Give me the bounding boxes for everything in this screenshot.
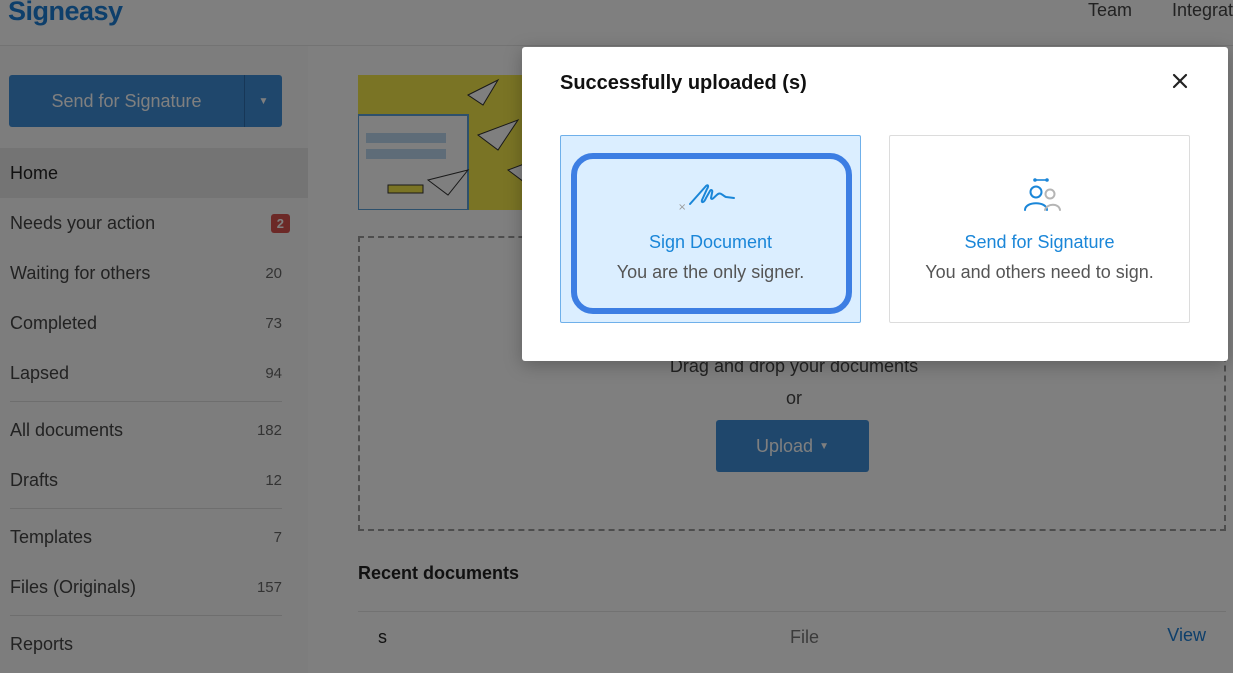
- option-description: You and others need to sign.: [925, 262, 1154, 282]
- modal-title: Successfully uploaded (s): [560, 72, 807, 94]
- close-icon[interactable]: [1170, 71, 1190, 91]
- users-icon: [890, 176, 1189, 216]
- sign-document-option[interactable]: × Sign Document You are the only signer.: [560, 135, 861, 323]
- send-for-signature-option[interactable]: Send for Signature You and others need t…: [889, 135, 1190, 323]
- option-description: You are the only signer.: [616, 262, 805, 282]
- signature-icon: ×: [561, 176, 860, 216]
- option-title: Sign Document: [648, 232, 773, 252]
- option-title: Send for Signature: [964, 232, 1115, 252]
- svg-text:×: ×: [678, 202, 686, 213]
- upload-success-modal: Successfully uploaded (s) × Sign Documen…: [522, 47, 1228, 361]
